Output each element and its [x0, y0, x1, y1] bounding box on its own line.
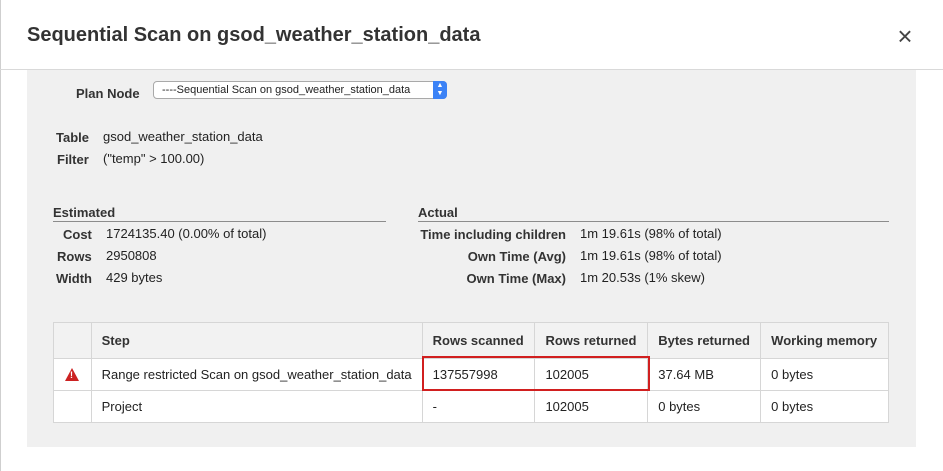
select-arrows-icon: ▲ ▼: [433, 81, 447, 99]
rows-scanned-cell: -: [421, 390, 536, 423]
header-step: Step: [90, 322, 423, 359]
time-children-label: Time including children: [420, 227, 566, 242]
estimated-section-title: Estimated: [53, 205, 386, 222]
width-label: Width: [56, 271, 92, 286]
own-time-avg-value: 1m 19.61s (98% of total): [580, 248, 722, 263]
table-value: gsod_weather_station_data: [103, 129, 263, 144]
warning-cell: [53, 358, 92, 391]
rows-label: Rows: [57, 249, 92, 264]
filter-value: ("temp" > 100.00): [103, 151, 205, 166]
cost-label: Cost: [63, 227, 92, 242]
dialog-header: Sequential Scan on gsod_weather_station_…: [0, 0, 943, 70]
header-icon-col: [53, 322, 92, 359]
rows-scanned-cell: 137557998: [421, 358, 536, 391]
filter-label: Filter: [57, 152, 89, 167]
step-cell: Project: [90, 390, 423, 423]
bytes-returned-cell: 0 bytes: [647, 390, 762, 423]
working-memory-cell: 0 bytes: [760, 358, 889, 391]
width-value: 429 bytes: [106, 270, 163, 285]
header-working-memory: Working memory: [760, 322, 889, 359]
warning-icon: [65, 368, 79, 381]
step-cell: Range restricted Scan on gsod_weather_st…: [90, 358, 423, 391]
rows-returned-cell: 102005: [534, 390, 649, 423]
table-header-row: Step Rows scanned Rows returned Bytes re…: [53, 322, 889, 359]
own-time-max-label: Own Time (Max): [466, 271, 566, 286]
steps-table: Step Rows scanned Rows returned Bytes re…: [53, 322, 889, 423]
close-icon[interactable]: ×: [893, 23, 917, 49]
dialog-content: Plan Node ----Sequential Scan on gsod_we…: [27, 70, 916, 447]
bytes-returned-cell: 37.64 MB: [647, 358, 762, 391]
rows-value: 2950808: [106, 248, 157, 263]
table-row: Project - 102005 0 bytes 0 bytes: [53, 390, 889, 423]
working-memory-cell: 0 bytes: [760, 390, 889, 423]
header-rows-returned: Rows returned: [534, 322, 649, 359]
plan-node-select[interactable]: ----Sequential Scan on gsod_weather_stat…: [153, 81, 447, 99]
header-rows-scanned: Rows scanned: [421, 322, 536, 359]
table-label: Table: [56, 130, 89, 145]
header-bytes-returned: Bytes returned: [647, 322, 762, 359]
plan-node-dialog: Sequential Scan on gsod_weather_station_…: [0, 0, 943, 471]
actual-section-title: Actual: [418, 205, 889, 222]
time-children-value: 1m 19.61s (98% of total): [580, 226, 722, 241]
own-time-avg-label: Own Time (Avg): [467, 249, 566, 264]
warning-cell: [53, 390, 92, 423]
own-time-max-value: 1m 20.53s (1% skew): [580, 270, 705, 285]
table-row: Range restricted Scan on gsod_weather_st…: [53, 358, 889, 391]
rows-returned-cell: 102005: [534, 358, 649, 391]
plan-node-selected-value: ----Sequential Scan on gsod_weather_stat…: [162, 84, 411, 96]
cost-value: 1724135.40 (0.00% of total): [106, 226, 267, 241]
dialog-title: Sequential Scan on gsod_weather_station_…: [27, 24, 481, 46]
plan-node-label: Plan Node: [76, 86, 140, 101]
